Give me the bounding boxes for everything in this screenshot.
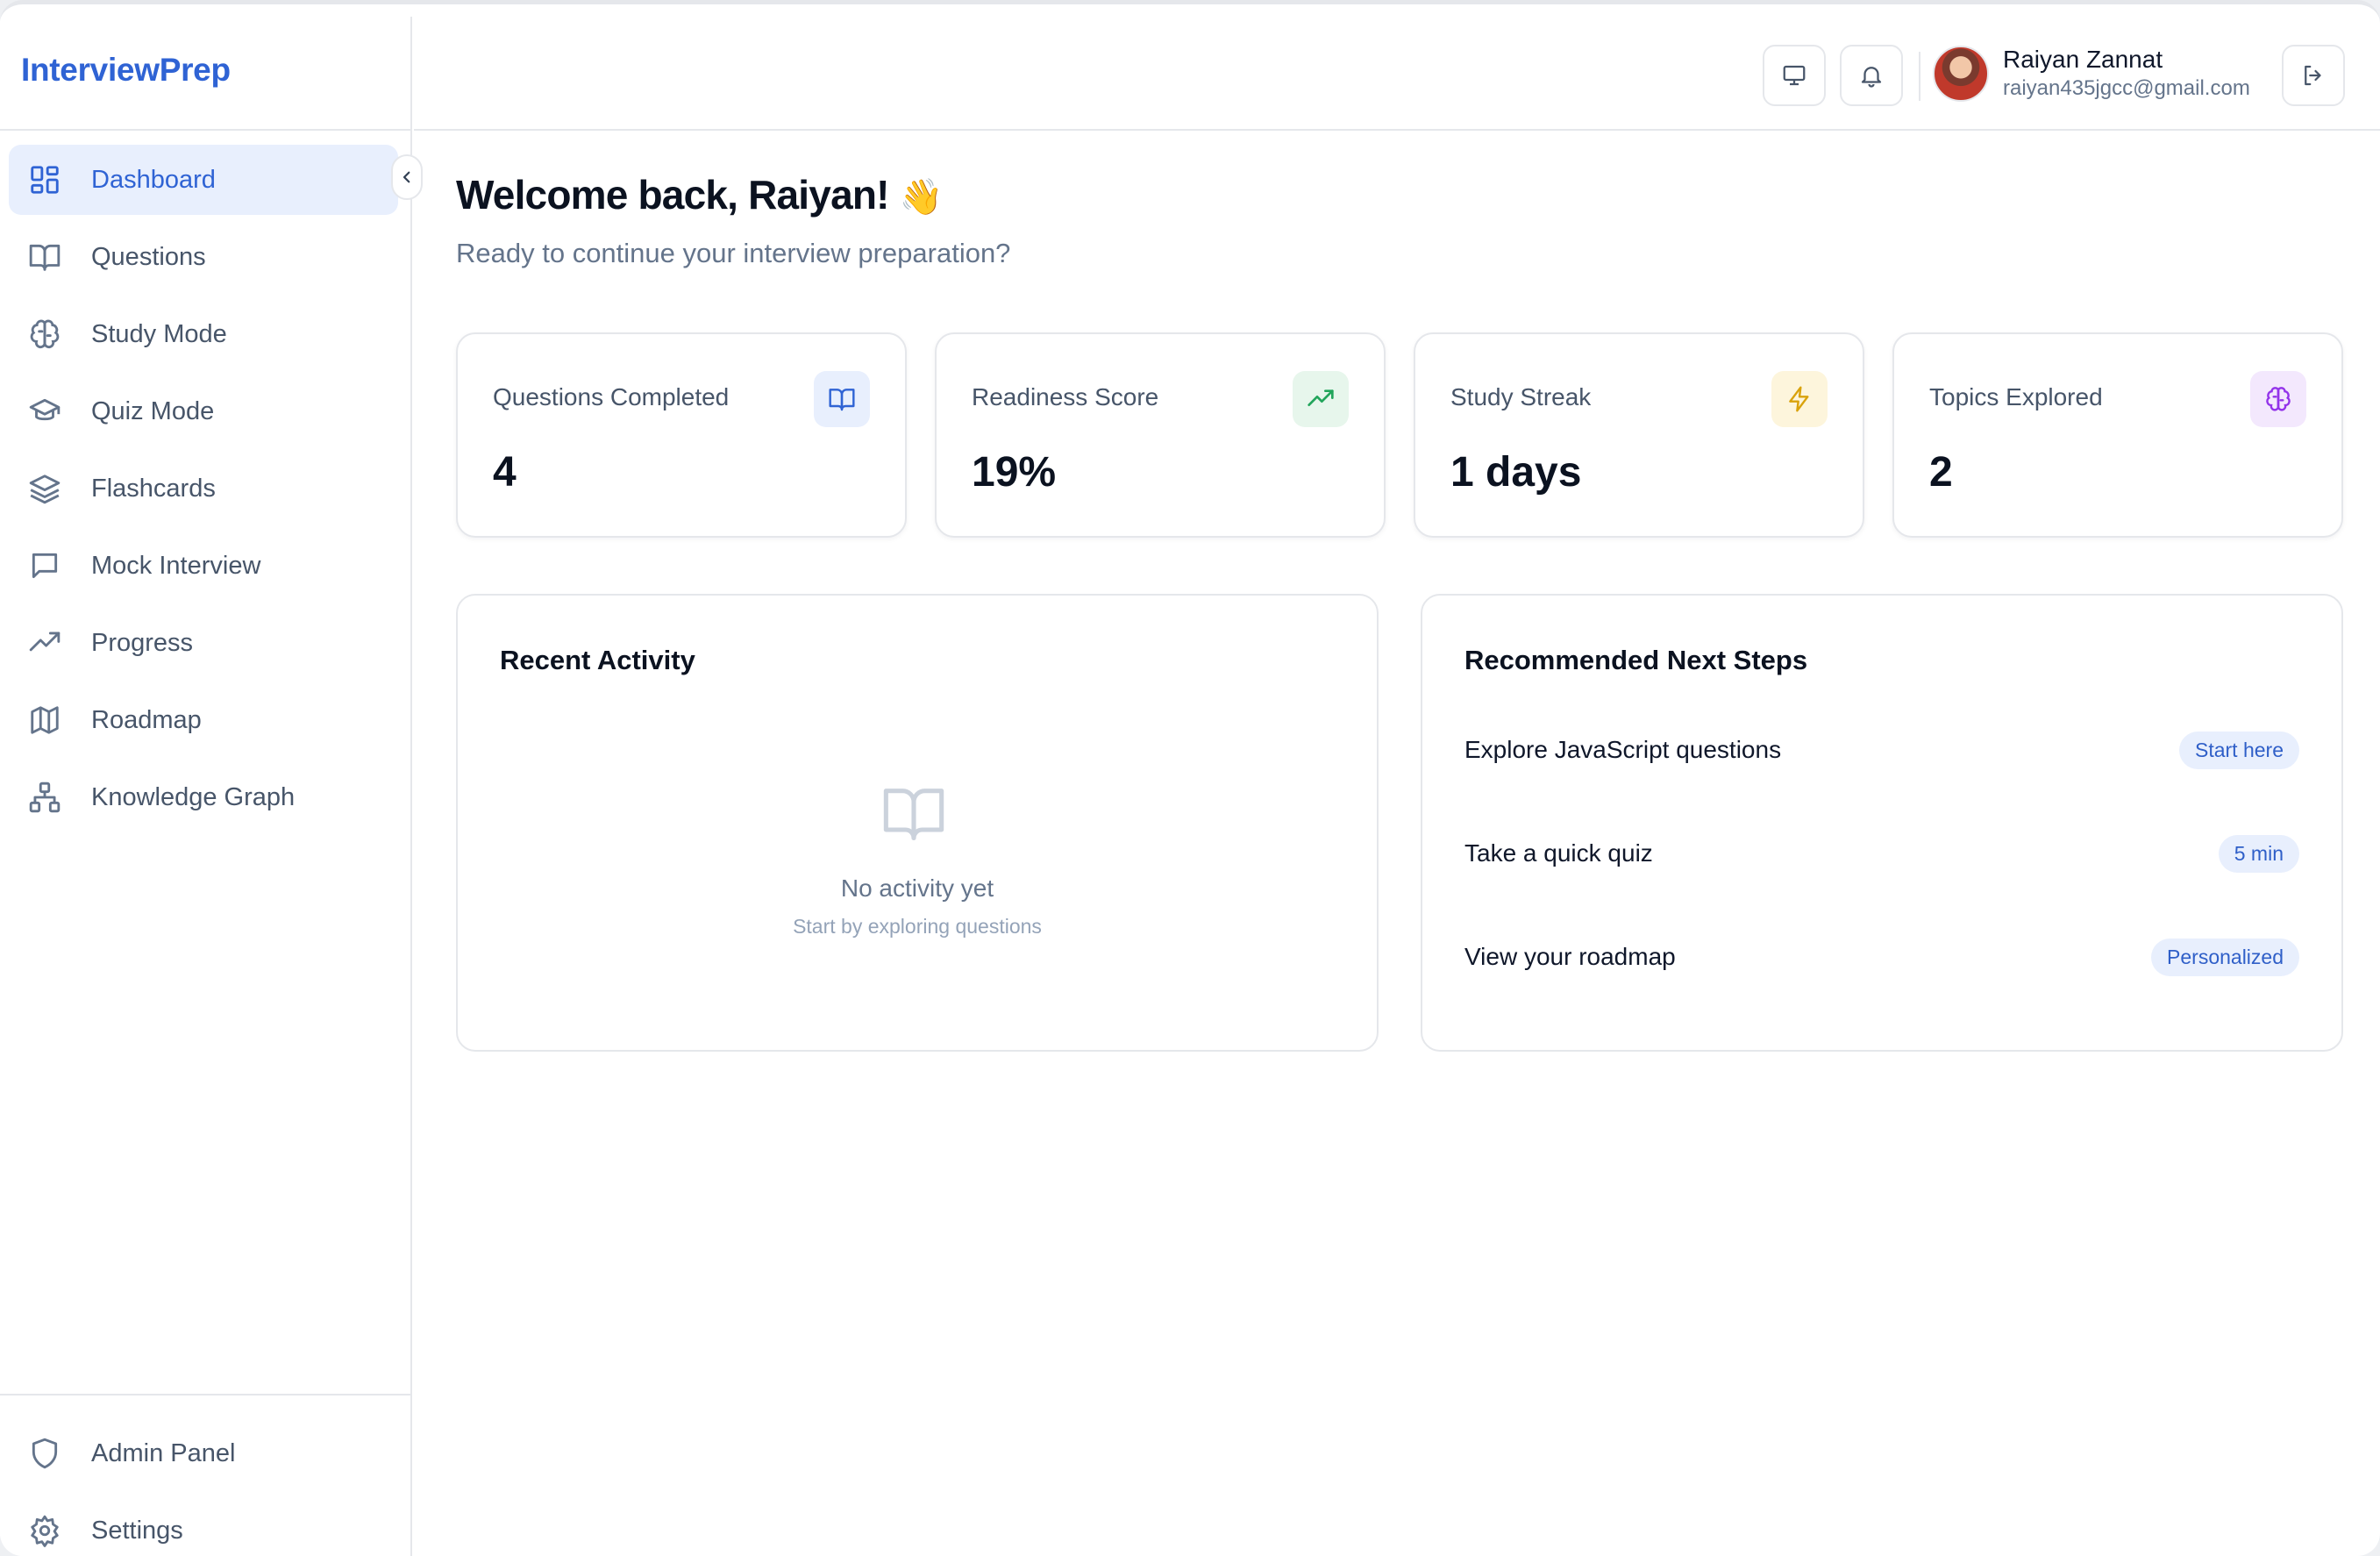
next-step-badge: 5 min: [2218, 834, 2299, 873]
sidebar-item-label: Questions: [91, 242, 206, 271]
avatar[interactable]: [1933, 46, 1989, 102]
empty-state-subtitle: Start by exploring questions: [793, 915, 1042, 938]
chevron-left-icon: [403, 171, 410, 183]
monitor-icon: [1783, 65, 1806, 86]
sidebar-item-knowledge-graph[interactable]: Knowledge Graph: [9, 762, 398, 832]
sidebar-collapse-button[interactable]: [391, 154, 423, 200]
user-name: Raiyan Zannat: [2003, 46, 2163, 73]
waving-hand-emoji: 👋: [899, 177, 944, 218]
sidebar-item-label: Roadmap: [91, 705, 202, 734]
sidebar-item-questions[interactable]: Questions: [9, 222, 398, 292]
stat-card-study-streak: Study Streak 1 days: [1414, 332, 1864, 538]
next-step-item[interactable]: Take a quick quiz 5 min: [1443, 813, 2320, 894]
bell-icon: [1861, 67, 1882, 88]
next-step-badge: Start here: [2179, 731, 2299, 769]
gear-icon: [28, 1514, 61, 1547]
stat-label: Topics Explored: [1929, 383, 2103, 410]
recent-activity-panel: Recent Activity No activity yet Start by…: [456, 594, 1379, 1052]
empty-state-title: No activity yet: [840, 874, 994, 902]
stat-card-questions-completed: Questions Completed 4: [456, 332, 907, 538]
lightning-icon: [1771, 371, 1828, 427]
map-icon: [28, 703, 61, 737]
stat-value: 19%: [972, 449, 1057, 496]
stat-value: 2: [1929, 449, 1953, 496]
welcome-text: Welcome back, Raiyan!: [456, 172, 889, 218]
notifications-button[interactable]: [1840, 45, 1903, 106]
panel-title: Recommended Next Steps: [1464, 645, 1808, 675]
sidebar-item-flashcards[interactable]: Flashcards: [9, 453, 398, 524]
shield-icon: [28, 1437, 61, 1470]
stat-label: Readiness Score: [972, 383, 1159, 410]
sidebar-item-roadmap[interactable]: Roadmap: [9, 685, 398, 755]
sidebar-item-label: Quiz Mode: [91, 396, 215, 425]
sidebar-item-label: Study Mode: [91, 319, 227, 348]
divider: [1919, 52, 1920, 101]
sidebar-item-admin-panel[interactable]: Admin Panel: [9, 1418, 398, 1488]
panel-title: Recent Activity: [500, 645, 695, 675]
stat-card-readiness-score: Readiness Score 19%: [935, 332, 1386, 538]
next-step-label: Take a quick quiz: [1464, 839, 1653, 867]
sidebar-nav: Dashboard Questions Study Mode Quiz Mode: [9, 145, 398, 839]
layers-icon: [28, 472, 61, 505]
app-window: InterviewPrep Dashboard Questions Study …: [0, 0, 2380, 1556]
sidebar-item-label: Knowledge Graph: [91, 782, 296, 811]
logout-icon: [2305, 65, 2321, 86]
sidebar-item-label: Dashboard: [91, 165, 216, 194]
sidebar-item-dashboard[interactable]: Dashboard: [9, 145, 398, 215]
sidebar-item-mock-interview[interactable]: Mock Interview: [9, 531, 398, 601]
sidebar-bottom-nav: Admin Panel Settings: [9, 1418, 398, 1556]
network-icon: [28, 781, 61, 814]
sidebar-item-quiz-mode[interactable]: Quiz Mode: [9, 376, 398, 446]
next-step-item[interactable]: Explore JavaScript questions Start here: [1443, 710, 2320, 790]
sidebar-item-study-mode[interactable]: Study Mode: [9, 299, 398, 369]
brain-icon: [2250, 371, 2306, 427]
next-steps-panel: Recommended Next Steps Explore JavaScrip…: [1421, 594, 2343, 1052]
graduation-cap-icon: [28, 395, 61, 428]
sidebar-item-progress[interactable]: Progress: [9, 608, 398, 678]
chat-bubble-icon: [28, 549, 61, 582]
sidebar-item-settings[interactable]: Settings: [9, 1495, 398, 1556]
display-mode-button[interactable]: [1763, 45, 1826, 106]
sidebar-item-label: Mock Interview: [91, 551, 261, 580]
next-step-label: View your roadmap: [1464, 943, 1676, 970]
next-step-item[interactable]: View your roadmap Personalized: [1443, 917, 2320, 997]
stat-label: Study Streak: [1450, 383, 1592, 410]
sidebar-item-label: Progress: [91, 628, 194, 657]
logout-button[interactable]: [2282, 45, 2345, 106]
book-open-icon: [814, 371, 870, 427]
trending-up-icon: [28, 626, 61, 660]
page-subtitle: Ready to continue your interview prepara…: [456, 238, 1011, 268]
next-step-label: Explore JavaScript questions: [1464, 736, 1782, 763]
top-bar: Raiyan Zannat raiyan435jgcc@gmail.com: [414, 17, 2380, 131]
sidebar: InterviewPrep Dashboard Questions Study …: [0, 17, 412, 1556]
book-open-icon: [883, 789, 944, 841]
divider: [0, 1394, 410, 1395]
stat-value: 1 days: [1450, 449, 1582, 496]
sidebar-item-label: Admin Panel: [91, 1438, 236, 1467]
dashboard-grid-icon: [28, 163, 61, 196]
book-open-icon: [28, 240, 61, 274]
stat-card-topics-explored: Topics Explored 2: [1892, 332, 2343, 538]
divider: [0, 129, 410, 131]
user-email: raiyan435jgcc@gmail.com: [2003, 76, 2250, 100]
next-step-badge: Personalized: [2151, 938, 2299, 976]
brand-logo[interactable]: InterviewPrep: [21, 52, 231, 89]
trending-up-icon: [1293, 371, 1349, 427]
brain-icon: [28, 318, 61, 351]
page-title: Welcome back, Raiyan! 👋: [456, 171, 943, 218]
stat-value: 4: [493, 449, 517, 496]
sidebar-item-label: Flashcards: [91, 474, 216, 503]
stat-label: Questions Completed: [493, 383, 730, 410]
sidebar-item-label: Settings: [91, 1516, 183, 1545]
